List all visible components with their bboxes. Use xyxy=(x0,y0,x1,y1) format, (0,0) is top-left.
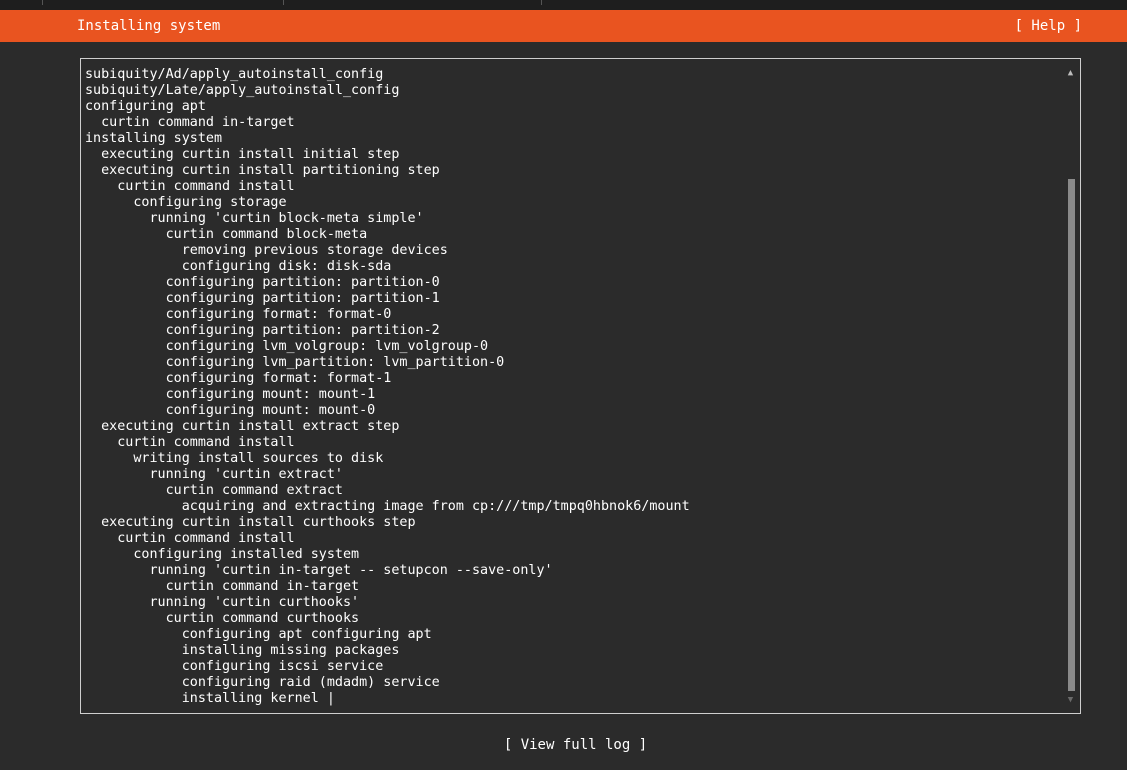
log-line: executing curtin install curthooks step xyxy=(85,515,416,530)
log-line: executing curtin install partitioning st… xyxy=(85,163,440,178)
log-line: installing system xyxy=(85,131,223,146)
log-line: configuring iscsi service xyxy=(85,659,384,674)
log-line: configuring mount: mount-1 xyxy=(85,387,376,402)
log-line: curtin command in-target xyxy=(85,115,295,130)
log-line: configuring format: format-1 xyxy=(85,371,392,386)
install-log-text: subiquity/Ad/apply_autoinstall_config sub… xyxy=(85,67,690,707)
log-line: configuring apt configuring apt xyxy=(85,627,432,642)
help-button[interactable]: [ Help ] xyxy=(1015,18,1082,34)
log-line: acquiring and extracting image from cp:/… xyxy=(85,499,690,514)
log-line: curtin command in-target xyxy=(85,579,360,594)
top-strip-tick xyxy=(42,0,43,5)
log-line: subiquity/Late/apply_autoinstall_config xyxy=(85,83,400,98)
log-line: configuring lvm_partition: lvm_partition… xyxy=(85,355,505,370)
progress-spinner: | xyxy=(326,691,335,706)
log-line: curtin command curthooks xyxy=(85,611,360,626)
log-line: configuring partition: partition-2 xyxy=(85,323,440,338)
log-line: subiquity/Ad/apply_autoinstall_config xyxy=(85,67,384,82)
scroll-down-icon[interactable]: ▼ xyxy=(1066,696,1075,705)
log-line: curtin command block-meta xyxy=(85,227,368,242)
log-line: executing curtin install extract step xyxy=(85,419,400,434)
log-line: configuring installed system xyxy=(85,547,360,562)
log-line: running 'curtin block-meta simple' xyxy=(85,211,424,226)
log-line: configuring disk: disk-sda xyxy=(85,259,392,274)
log-line: curtin command install xyxy=(85,435,295,450)
view-full-log-button[interactable]: [ View full log ] xyxy=(0,737,1127,753)
log-line: configuring mount: mount-0 xyxy=(85,403,376,418)
log-line: configuring partition: partition-1 xyxy=(85,291,440,306)
log-scrollbar[interactable]: ▲ ▼ xyxy=(1066,67,1075,705)
log-line: running 'curtin in-target -- setupcon --… xyxy=(85,563,553,578)
log-line: configuring raid (mdadm) service xyxy=(85,675,440,690)
install-log-panel[interactable]: subiquity/Ad/apply_autoinstall_config sub… xyxy=(80,58,1081,714)
top-strip-tick xyxy=(541,0,542,5)
header-bar: Installing system [ Help ] xyxy=(0,10,1127,42)
scroll-up-icon[interactable]: ▲ xyxy=(1066,69,1075,78)
log-line: running 'curtin extract' xyxy=(85,467,343,482)
log-line: configuring partition: partition-0 xyxy=(85,275,440,290)
log-line: curtin command extract xyxy=(85,483,343,498)
log-line: executing curtin install initial step xyxy=(85,147,400,162)
log-line: configuring lvm_volgroup: lvm_volgroup-0 xyxy=(85,339,489,354)
scrollbar-thumb[interactable] xyxy=(1068,179,1075,691)
log-line: installing kernel | xyxy=(85,691,335,706)
log-line: configuring storage xyxy=(85,195,287,210)
log-line: curtin command install xyxy=(85,179,295,194)
log-line: running 'curtin curthooks' xyxy=(85,595,360,610)
top-strip-tick xyxy=(283,0,284,5)
top-bar-strip xyxy=(0,0,1127,10)
log-line: curtin command install xyxy=(85,531,295,546)
log-line: writing install sources to disk xyxy=(85,451,384,466)
page-title: Installing system xyxy=(77,18,221,34)
log-line: removing previous storage devices xyxy=(85,243,448,258)
log-line: configuring format: format-0 xyxy=(85,307,392,322)
log-line: configuring apt xyxy=(85,99,206,114)
log-line: installing missing packages xyxy=(85,643,400,658)
